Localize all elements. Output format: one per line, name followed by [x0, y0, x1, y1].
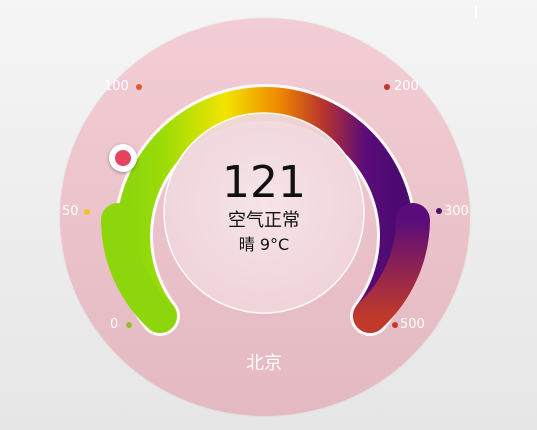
- scale-dot-50: [84, 209, 90, 215]
- scale-dot-200: [384, 84, 390, 90]
- scale-dot-500: [392, 322, 398, 328]
- scale-dot-300: [436, 208, 442, 214]
- scale-label-0: 0: [110, 317, 119, 332]
- aqi-value: 121: [222, 157, 306, 208]
- scale-label-100: 100: [104, 79, 129, 94]
- city-name[interactable]: 北京: [214, 353, 314, 375]
- scale-label-200: 200: [394, 79, 419, 94]
- scale-dot-100: [136, 84, 142, 90]
- air-status-text: 空气正常: [228, 210, 300, 231]
- scale-label-300: 300: [444, 204, 469, 219]
- scale-label-500: 500: [400, 317, 425, 332]
- weather-text: 晴 9°C: [238, 235, 290, 254]
- gauge-thumb-handle[interactable]: [109, 144, 137, 172]
- scale-label-50: 50: [62, 204, 79, 219]
- scale-dot-0: [126, 322, 132, 328]
- gauge-thumb-dot: [115, 150, 131, 166]
